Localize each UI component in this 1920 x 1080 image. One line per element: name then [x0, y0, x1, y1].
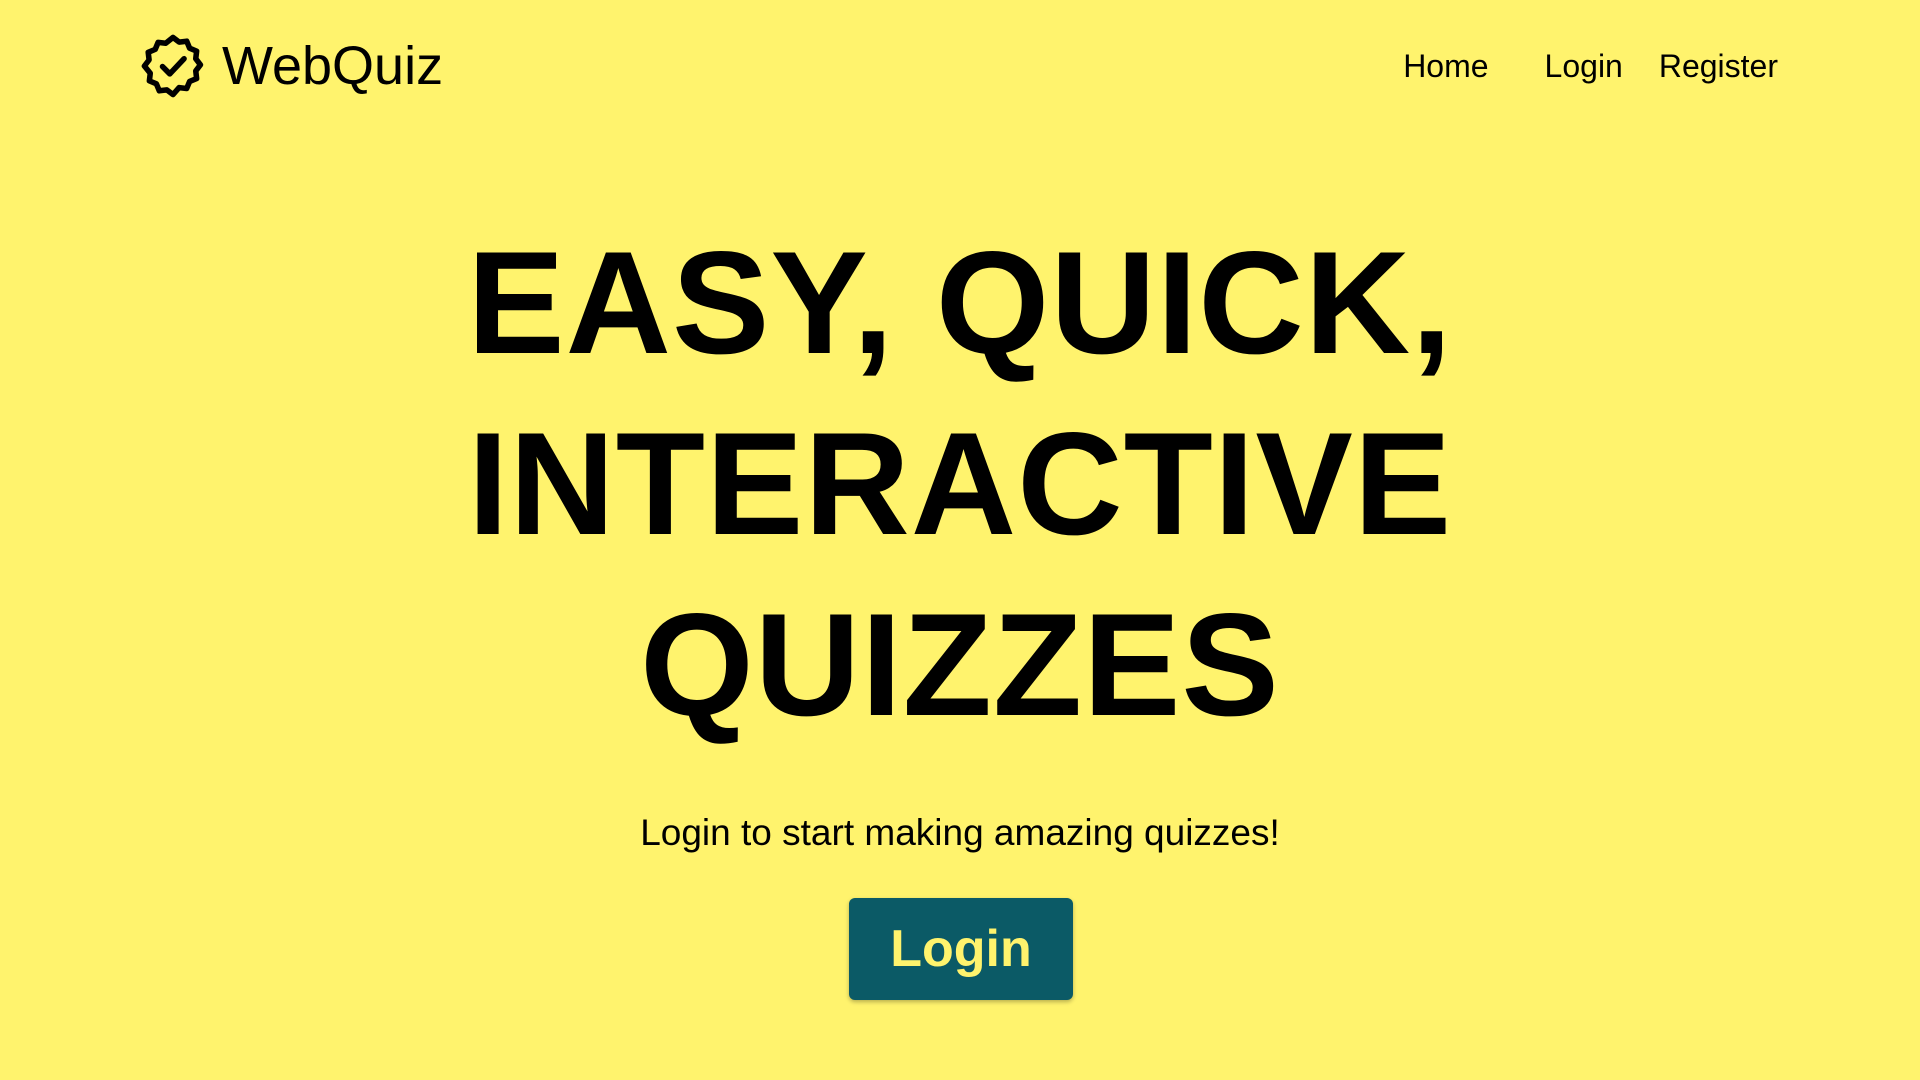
hero-headline-line-1: EASY, QUICK,: [467, 221, 1453, 384]
main-nav: Home Login Register: [1403, 45, 1778, 87]
brand-name: WebQuiz: [222, 36, 444, 96]
hero-headline-line-3: QUIZZES: [640, 583, 1280, 746]
brand-logo-link[interactable]: WebQuiz: [138, 30, 443, 102]
hero-headline: EASY, QUICK, INTERACTIVE QUIZZES: [0, 212, 1920, 755]
site-header: WebQuiz Home Login Register: [0, 0, 1920, 132]
nav-register-link[interactable]: Register: [1659, 45, 1778, 87]
login-button[interactable]: Login: [849, 898, 1073, 1000]
nav-login-link[interactable]: Login: [1545, 45, 1623, 87]
hero-subtitle: Login to start making amazing quizzes!: [640, 812, 1280, 853]
hero-headline-line-2: INTERACTIVE: [467, 402, 1453, 565]
nav-home-link[interactable]: Home: [1403, 45, 1488, 87]
badge-check-icon: [138, 31, 208, 101]
